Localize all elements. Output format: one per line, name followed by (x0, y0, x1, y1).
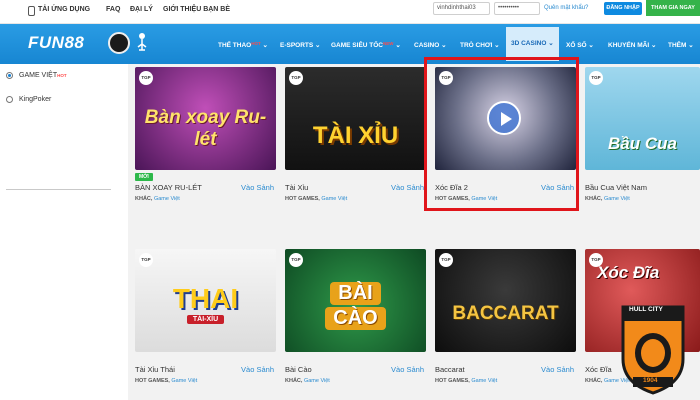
game-card-roulette[interactable]: Bàn xoay Ru-lét TGP MỚI BÀN XOAY RU-LÉT … (135, 67, 276, 209)
game-category: HOT GAMES, Game Việt (435, 378, 498, 384)
tgp-badge: TGP (589, 71, 603, 85)
tgp-badge: TGP (439, 253, 453, 267)
nav-esports[interactable]: E-SPORTS ⌄ (280, 41, 321, 49)
sidebar-item-label: KingPoker (19, 96, 52, 103)
forgot-password-link[interactable]: Quên mật khẩu? (544, 5, 588, 11)
game-thumbnail[interactable]: TÀI XỈU TGP (285, 67, 426, 170)
game-thumbnail[interactable]: BÀI CÀO TGP (285, 249, 426, 352)
sidebar: GAME VIỆT HOT KingPoker (0, 64, 128, 400)
nav-more[interactable]: THÊM ⌄ (668, 41, 694, 49)
fun88-logo[interactable]: FUN88 (28, 33, 84, 53)
sidebar-item-kingpoker[interactable]: KingPoker (6, 96, 51, 103)
faq-link[interactable]: FAQ (106, 6, 120, 13)
open-lobby-link[interactable]: Vào Sảnh (391, 365, 424, 374)
highlight-box (424, 57, 579, 211)
sidebar-item-game-viet[interactable]: GAME VIỆT HOT (6, 72, 67, 79)
hot-badge: HOT (57, 73, 67, 78)
nav-3d-casino[interactable]: 3D CASINO ⌄ (506, 27, 559, 61)
thumbnail-art-text: Bầu Cua (608, 133, 677, 153)
game-thumbnail[interactable]: Bầu Cua TGP (585, 67, 700, 170)
game-card-baicao[interactable]: BÀI CÀO TGP Bài Cào Vào Sảnh KHÁC, Game … (285, 249, 426, 391)
open-lobby-link[interactable]: Vào Sảnh (241, 183, 274, 192)
nav-sports[interactable]: THỂ THAOHOT ⌄ (218, 41, 268, 49)
game-card-baccarat[interactable]: BACCARAT TGP Baccarat Vào Sảnh HOT GAMES… (435, 249, 576, 391)
thumbnail-art-text: Bàn xoay Ru-lét (144, 106, 267, 150)
tgp-badge: TGP (289, 71, 303, 85)
game-title: Baccarat (435, 365, 465, 374)
tgp-badge: TGP (289, 253, 303, 267)
thumbnail-art-text: TÀI XỈU (312, 121, 399, 149)
sidebar-item-label: GAME VIỆT (19, 72, 58, 79)
tgp-badge: TGP (589, 253, 603, 267)
agent-link[interactable]: ĐẠI LÝ (130, 6, 153, 13)
game-title: BÀN XOAY RU-LÉT (135, 183, 202, 192)
radio-icon[interactable] (6, 96, 13, 103)
game-card-taixiu[interactable]: TÀI XỈU TGP Tài Xỉu Vào Sảnh HOT GAMES, … (285, 67, 426, 209)
newcastle-crest-icon (108, 32, 130, 54)
thumbnail-art-subtext: TÀI-XỈU (186, 315, 225, 324)
thumbnail-art: BÀI CÀO (285, 249, 426, 352)
open-lobby-link[interactable]: Vào Sảnh (391, 183, 424, 192)
game-card-taixiu-thai[interactable]: THAI TÀI-XỈU TGP Tài Xỉu Thái Vào Sảnh H… (135, 249, 276, 391)
tgp-badge: TGP (139, 71, 153, 85)
game-card-baucua[interactable]: Bầu Cua TGP Bầu Cua Việt Nam KHÁC, Game … (585, 67, 700, 209)
hull-city-label: HULL CITY (629, 306, 663, 313)
register-button[interactable]: THAM GIA NGAY (646, 0, 700, 16)
game-category: HOT GAMES, Game Việt (135, 378, 198, 384)
game-title: Tài Xỉu (285, 183, 309, 192)
thumbnail-art-text: BÀI (330, 281, 381, 305)
hull-city-year: 1904 (643, 377, 658, 384)
thumbnail-art-text: BACCARAT (452, 302, 559, 324)
nav-lottery[interactable]: XỔ SỐ ⌄ (566, 41, 594, 49)
game-title: Bài Cào (285, 365, 312, 374)
nav-games[interactable]: TRÒ CHƠI ⌄ (460, 41, 500, 49)
referral-link[interactable]: GIỚI THIỆU BẠN BÈ (163, 6, 230, 13)
thumbnail-art: THAI TÀI-XỈU (135, 249, 276, 352)
game-category: KHÁC, Game Việt (285, 378, 330, 384)
thumbnail-art-subtext: CÀO (325, 306, 386, 330)
username-field[interactable]: vinhdinhthai03 (433, 2, 490, 15)
game-thumbnail[interactable]: Bàn xoay Ru-lét TGP (135, 67, 276, 170)
nav-casino[interactable]: CASINO ⌄ (414, 41, 447, 49)
phone-icon (28, 6, 35, 16)
tgp-badge: TGP (139, 253, 153, 267)
game-category: KHÁC, Game Việt (135, 196, 180, 202)
game-title: Bầu Cua Việt Nam (585, 183, 647, 192)
top-bar: TẢI ỨNG DỤNG FAQ ĐẠI LÝ GIỚI THIỆU BẠN B… (0, 0, 700, 24)
login-button[interactable]: ĐĂNG NHẬP (604, 2, 642, 15)
nav-promotions[interactable]: KHUYẾN MÃI ⌄ (608, 41, 656, 49)
new-badge: MỚI (135, 173, 153, 181)
download-app-link[interactable]: TẢI ỨNG DỤNG (38, 6, 90, 13)
game-category: KHÁC, Game Việt (585, 196, 630, 202)
radio-selected-icon[interactable] (6, 72, 13, 79)
divider (6, 189, 111, 190)
tottenham-crest-icon (137, 33, 147, 51)
open-lobby-link[interactable]: Vào Sảnh (241, 365, 274, 374)
thumbnail-art-text: THAI (172, 283, 239, 314)
nav-quick-games[interactable]: GAME SIÊU TỐCNEW ⌄ (331, 41, 401, 49)
open-lobby-link[interactable]: Vào Sảnh (541, 365, 574, 374)
password-field[interactable]: •••••••••• (494, 2, 540, 15)
main-nav: FUN88 THỂ THAOHOT ⌄ E-SPORTS ⌄ GAME SIÊU… (0, 24, 700, 64)
game-category: HOT GAMES, Game Việt (285, 196, 348, 202)
game-title: Tài Xỉu Thái (135, 365, 175, 374)
game-thumbnail[interactable]: BACCARAT TGP (435, 249, 576, 352)
game-thumbnail[interactable]: THAI TÀI-XỈU TGP (135, 249, 276, 352)
game-title: Xóc Đĩa (585, 365, 612, 374)
